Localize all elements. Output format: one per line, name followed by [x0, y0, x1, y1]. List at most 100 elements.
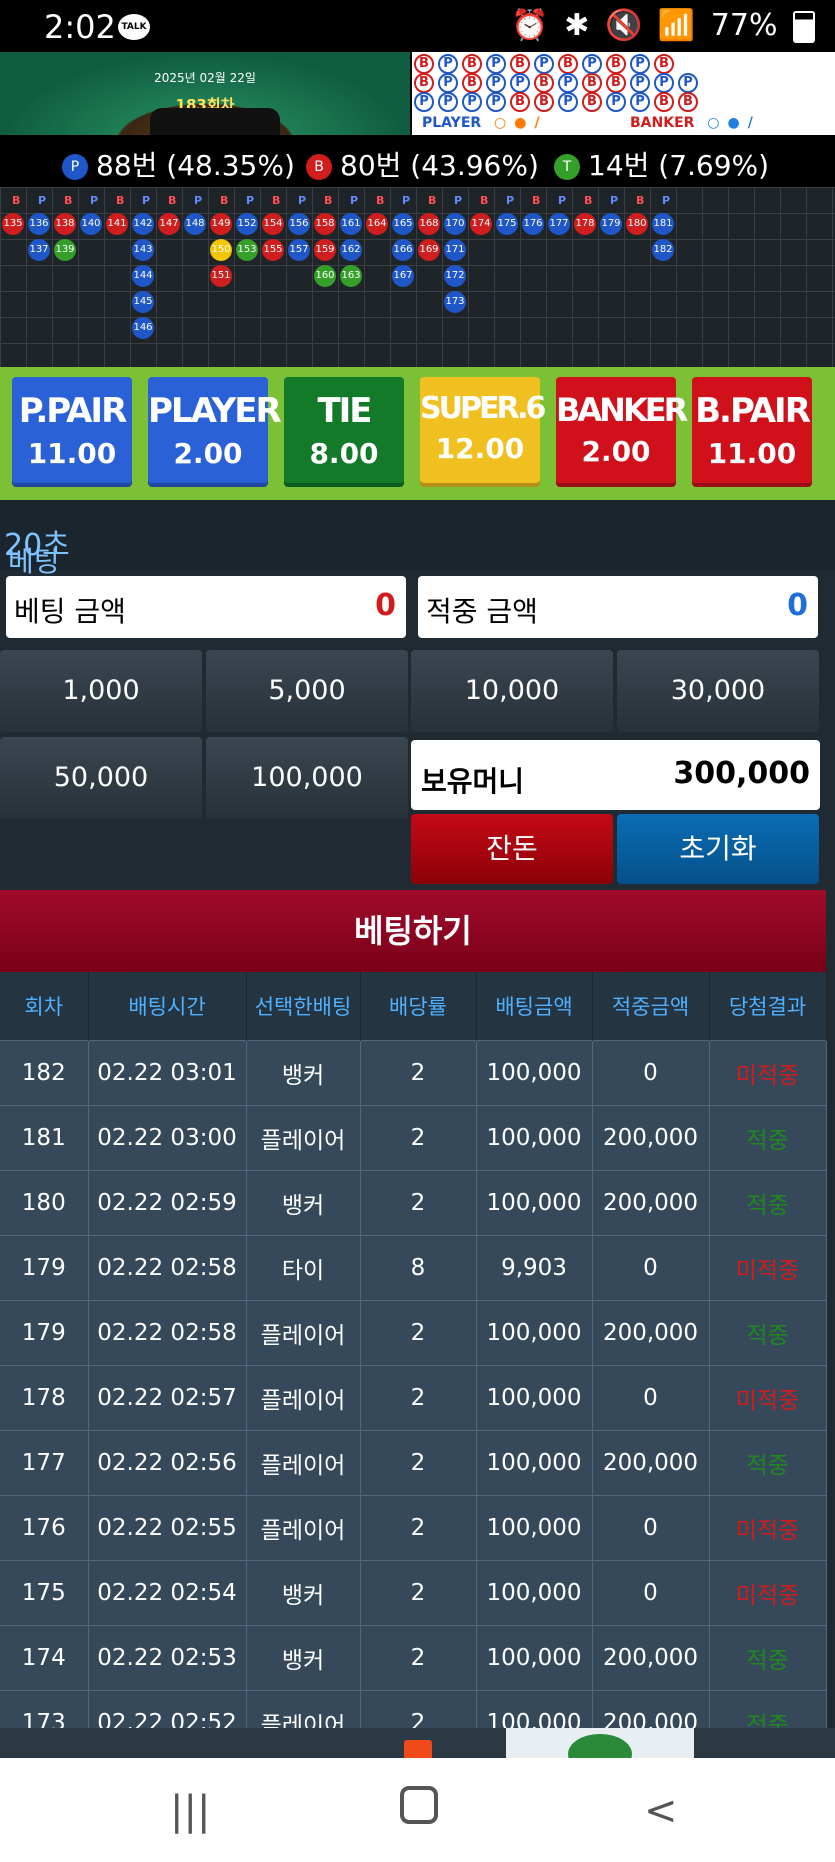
history-result: 미적중 — [709, 1365, 827, 1431]
history-cell: 100,000 — [476, 1170, 593, 1236]
notification-icon[interactable] — [404, 1740, 432, 1758]
bead-banker: B — [558, 54, 578, 74]
roadmap-result: 162 — [340, 239, 362, 261]
history-cell: 100,000 — [476, 1300, 593, 1366]
history-cell: 2 — [360, 1560, 477, 1626]
roadmap-grid: B P B P B P B P B P B P B P B P B P B P B P B P B P 135 136 137 138 13… — [0, 187, 835, 367]
history-cell: 플레이어 — [246, 1365, 361, 1431]
roadmap-result: 157 — [288, 239, 310, 261]
chip-10000-button[interactable]: 10,000 — [411, 650, 613, 732]
bead-player: P — [582, 54, 602, 74]
history-cell: 2 — [360, 1430, 477, 1496]
roadmap-result: 171 — [444, 239, 466, 261]
roadmap-header: P — [558, 194, 567, 207]
roadmap-header: P — [90, 194, 99, 207]
history-cell: 179 — [0, 1235, 89, 1301]
chip-1000-button[interactable]: 1,000 — [0, 650, 202, 732]
roadmap-header: B — [532, 194, 541, 207]
recent-apps-icon[interactable]: ||| — [170, 1788, 210, 1834]
history-row: 181 02.22 03:00 플레이어 2 100,000 200,000 적중 — [0, 1105, 827, 1171]
roadmap-result: 182 — [652, 239, 674, 261]
history-header: 당첨결과 — [709, 972, 827, 1041]
wifi-icon: 📶 — [657, 8, 696, 43]
history-cell: 02.22 02:58 — [88, 1300, 247, 1366]
bet-bpair-button[interactable]: B.PAIR 11.00 — [692, 377, 812, 487]
roadmap-result: 179 — [600, 213, 622, 235]
history-cell: 02.22 03:00 — [88, 1105, 247, 1171]
bead-player: P — [510, 73, 530, 93]
roadmap-header: P — [402, 194, 411, 207]
bead-player: P — [438, 92, 458, 112]
place-bet-button[interactable]: 베팅하기 — [0, 890, 826, 972]
chip-100000-button[interactable]: 100,000 — [206, 737, 408, 819]
history-cell: 타이 — [246, 1235, 361, 1301]
bet-banker-button[interactable]: BANKER 2.00 — [556, 377, 688, 487]
bead-player: P — [558, 73, 578, 93]
roadmap-result: 175 — [496, 213, 518, 235]
roadmap-header: B — [428, 194, 437, 207]
back-icon[interactable]: < — [644, 1788, 678, 1834]
banner-image[interactable] — [506, 1728, 694, 1774]
roadmap-result: 148 — [184, 213, 206, 235]
roadmap-header: B — [584, 194, 593, 207]
reset-button[interactable]: 초기화 — [617, 814, 819, 884]
history-cell: 2 — [360, 1495, 477, 1561]
bet-tie-button[interactable]: TIE 8.00 — [284, 377, 404, 487]
roadmap-result: 158 — [314, 213, 336, 235]
bead-player: P — [678, 73, 698, 93]
bead-scoreboard: BPBPBPBPBPBBPBPPBPBBPPPPPPPBBPBPPBB PLAY… — [412, 52, 835, 135]
history-result: 적중 — [709, 1105, 827, 1171]
history-cell: 178 — [0, 1365, 89, 1431]
live-table-video[interactable]: 2025년 02월 22일 183회차 — [0, 52, 410, 135]
roadmap-result: 166 — [392, 239, 414, 261]
roadmap-result: 159 — [314, 239, 336, 261]
change-button[interactable]: 잔돈 — [411, 814, 613, 884]
chip-50000-button[interactable]: 50,000 — [0, 737, 202, 819]
bead-player: P — [654, 73, 674, 93]
roadmap-result: 161 — [340, 213, 362, 235]
history-row: 174 02.22 02:53 뱅커 2 100,000 200,000 적중 — [0, 1625, 827, 1691]
betting-timer: 베팅가능20초 — [0, 500, 835, 618]
tie-stat: T 14번 (7.69%) — [554, 144, 769, 184]
bead-player: P — [534, 54, 554, 74]
roadmap-result: 146 — [132, 317, 154, 339]
roadmap-result: 167 — [392, 265, 414, 287]
history-cell: 0 — [592, 1040, 710, 1106]
roadmap-result: 141 — [106, 213, 128, 235]
bead-player: P — [486, 73, 506, 93]
bet-super6-button[interactable]: SUPER.6 12.00 — [420, 377, 546, 487]
chip-30000-button[interactable]: 30,000 — [617, 650, 819, 732]
system-navigation-bar: ||| < — [0, 1758, 835, 1862]
history-cell: 02.22 03:01 — [88, 1040, 247, 1106]
history-header: 회차 — [0, 972, 89, 1041]
roadmap-result: 140 — [80, 213, 102, 235]
bead-player: P — [606, 92, 626, 112]
status-icons: ⏰ ✱ 🔇 📶 77% — [505, 8, 815, 43]
roadmap-result: 170 — [444, 213, 466, 235]
roadmap-result: 145 — [132, 291, 154, 313]
chip-5000-button[interactable]: 5,000 — [206, 650, 408, 732]
roadmap-result: 147 — [158, 213, 180, 235]
history-header: 적중금액 — [592, 972, 710, 1041]
status-time: 2:02 — [44, 8, 116, 46]
bead-banker: B — [582, 92, 602, 112]
history-cell: 2 — [360, 1300, 477, 1366]
history-header: 선택한배팅 — [246, 972, 361, 1041]
roadmap-header: B — [116, 194, 125, 207]
history-cell: 100,000 — [476, 1430, 593, 1496]
bead-player: P — [438, 73, 458, 93]
bet-ppair-button[interactable]: P.PAIR 11.00 — [12, 377, 132, 487]
history-result: 적중 — [709, 1430, 827, 1496]
roadmap-header: B — [480, 194, 489, 207]
history-row: 175 02.22 02:54 뱅커 2 100,000 0 미적중 — [0, 1560, 827, 1626]
history-cell: 9,903 — [476, 1235, 593, 1301]
bead-banker: B — [510, 54, 530, 74]
history-cell: 0 — [592, 1495, 710, 1561]
bet-player-button[interactable]: PLAYER 2.00 — [148, 377, 282, 487]
roadmap-result: 144 — [132, 265, 154, 287]
home-icon[interactable] — [400, 1786, 438, 1824]
history-cell: 200,000 — [592, 1430, 710, 1496]
history-cell: 0 — [592, 1235, 710, 1301]
history-result: 미적중 — [709, 1235, 827, 1301]
bead-player: P — [486, 54, 506, 74]
